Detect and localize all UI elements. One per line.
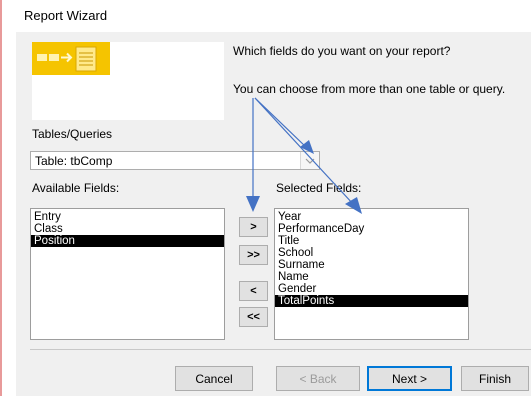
intro-hint: You can choose from more than one table …	[233, 82, 506, 96]
combo-dropdown-button[interactable]	[300, 152, 319, 169]
selected-field-item[interactable]: Title	[275, 235, 468, 247]
remove-all-fields-button[interactable]: <<	[239, 307, 268, 327]
selected-field-item[interactable]: Name	[275, 271, 468, 283]
selected-field-item[interactable]: Surname	[275, 259, 468, 271]
available-fields-label: Available Fields:	[32, 181, 120, 195]
add-field-button[interactable]: >	[239, 217, 268, 237]
selected-field-item[interactable]: PerformanceDay	[275, 223, 468, 235]
window-edge	[0, 0, 2, 396]
tables-queries-combobox[interactable]: Table: tbComp	[30, 151, 320, 170]
add-all-fields-button[interactable]: >>	[239, 245, 268, 265]
tables-queries-value: Table: tbComp	[35, 154, 113, 168]
selected-field-item[interactable]: School	[275, 247, 468, 259]
cancel-button[interactable]: Cancel	[175, 366, 253, 391]
footer-divider	[30, 349, 531, 350]
selected-field-item-selected[interactable]: TotalPoints	[275, 295, 468, 307]
remove-field-button[interactable]: <	[239, 281, 268, 301]
next-button[interactable]: Next >	[367, 366, 452, 391]
selected-fields-label: Selected Fields:	[276, 181, 362, 195]
tables-queries-label: Tables/Queries	[32, 127, 113, 141]
window-title: Report Wizard	[24, 8, 108, 23]
selected-field-item[interactable]: Year	[275, 211, 468, 223]
selected-field-item[interactable]: Gender	[275, 283, 468, 295]
chevron-down-icon	[305, 158, 315, 164]
available-field-item[interactable]: Class	[31, 223, 224, 235]
available-field-item[interactable]: Entry	[31, 211, 224, 223]
available-fields-list[interactable]: Entry Class Position	[30, 208, 225, 340]
finish-button[interactable]: Finish	[461, 366, 529, 391]
intro-question: Which fields do you want on your report?	[233, 44, 451, 58]
back-button[interactable]: < Back	[276, 366, 360, 391]
available-field-item-selected[interactable]: Position	[31, 235, 224, 247]
selected-fields-list[interactable]: Year PerformanceDay Title School Surname…	[274, 208, 469, 340]
report-wizard-icon	[32, 42, 110, 75]
